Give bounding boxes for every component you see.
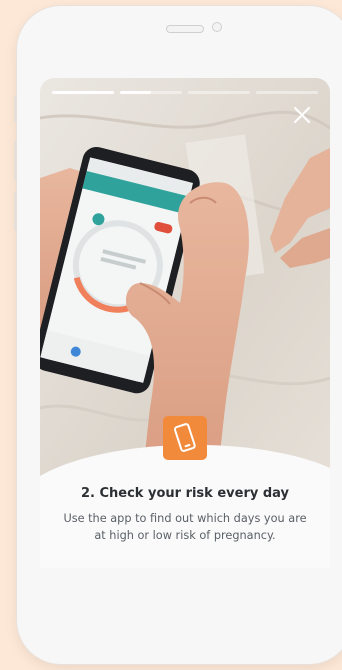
phone-speaker xyxy=(166,25,204,33)
progress-segment xyxy=(188,91,250,94)
phone-volume-button xyxy=(14,191,17,231)
progress-segment xyxy=(256,91,318,94)
phone-side-button xyxy=(14,96,17,122)
step-title: 2. Check your risk every day xyxy=(80,486,290,501)
phone-volume-button xyxy=(14,141,17,181)
close-button[interactable] xyxy=(292,105,312,125)
story-screen: 2. Check your risk every day Use the app… xyxy=(40,78,330,568)
step-description: Use the app to find out which days you a… xyxy=(63,512,307,542)
step-badge xyxy=(163,416,207,460)
progress-segment xyxy=(120,91,182,94)
story-progress-bar xyxy=(52,91,318,94)
smartphone-icon xyxy=(173,423,196,452)
close-icon xyxy=(294,107,310,123)
phone-camera xyxy=(212,22,222,32)
progress-segment xyxy=(52,91,114,94)
